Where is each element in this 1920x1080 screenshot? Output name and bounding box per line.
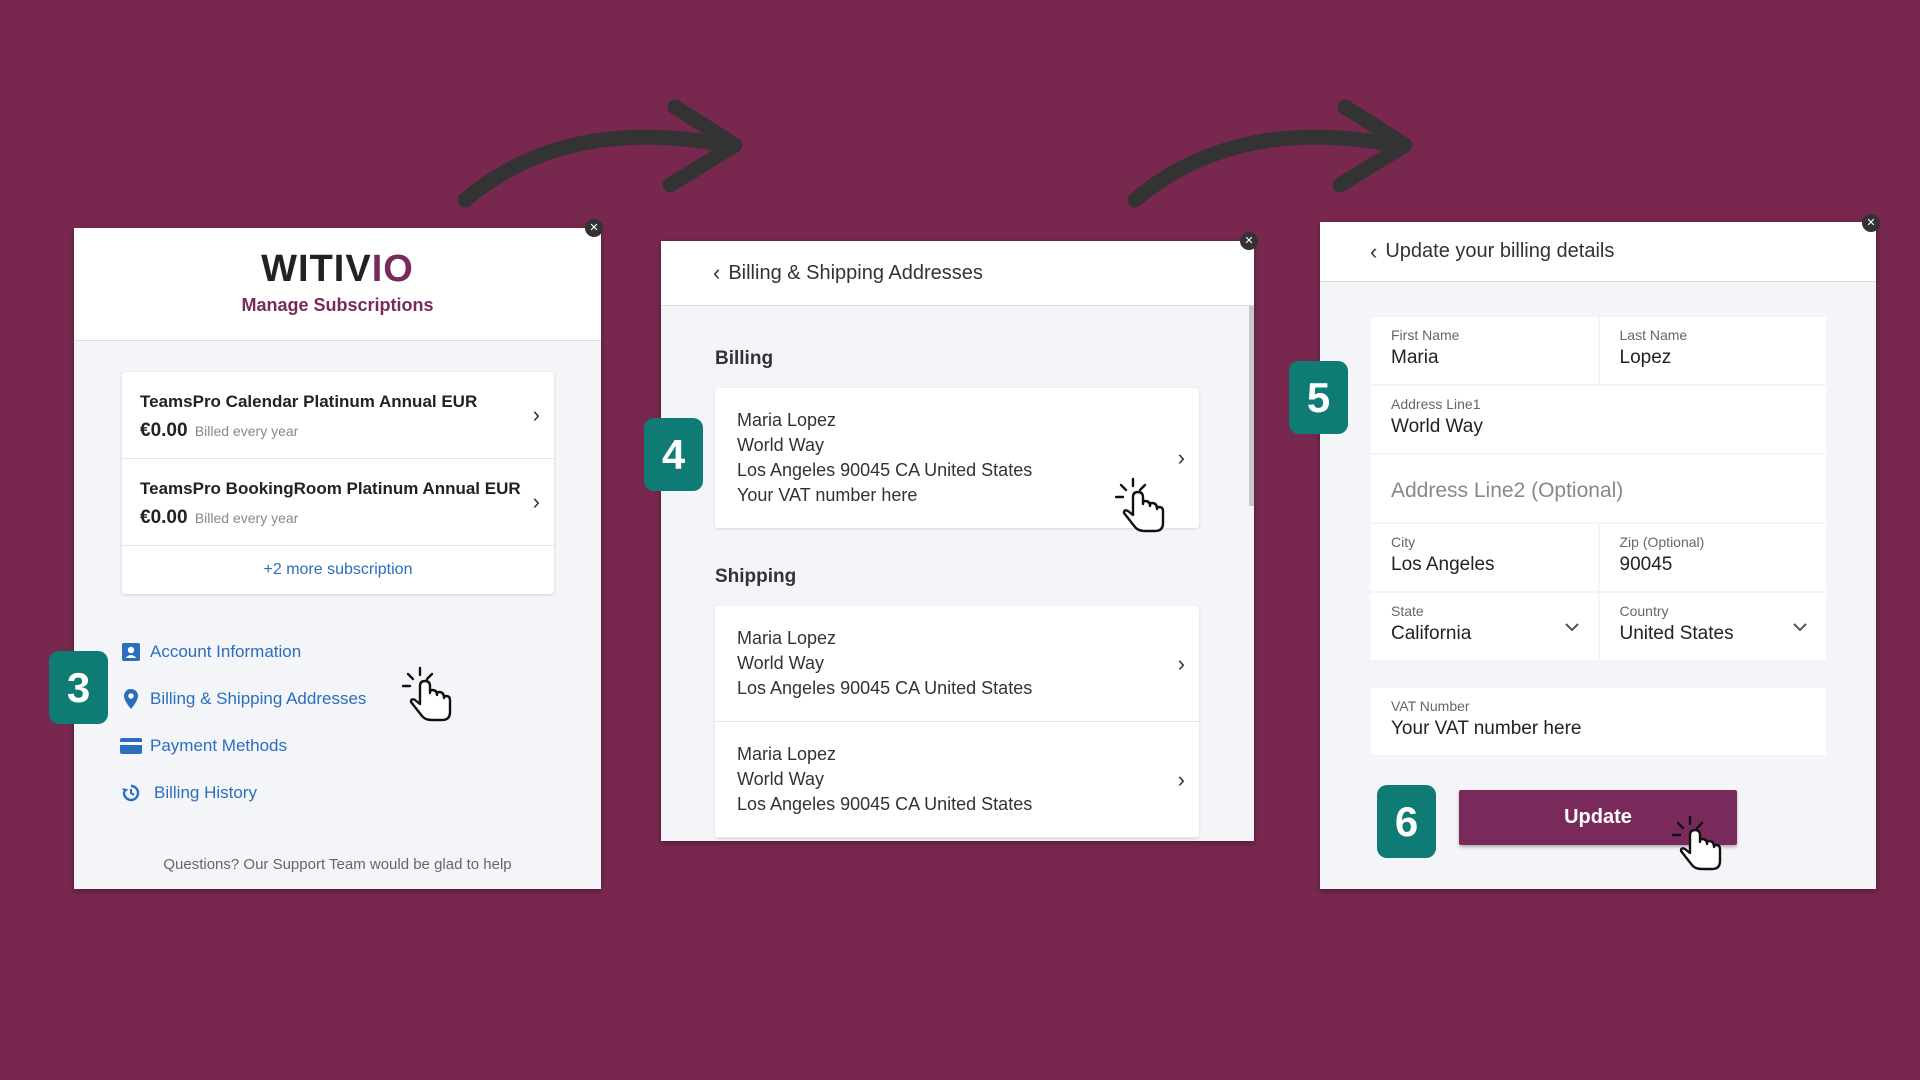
click-hand-icon — [1114, 477, 1165, 533]
location-pin-icon — [120, 688, 142, 710]
click-hand-icon — [401, 666, 452, 722]
close-icon[interactable]: ✕ — [585, 219, 603, 237]
address-line2-field[interactable]: Address Line2 (Optional) — [1371, 455, 1826, 522]
menu-item-billing-shipping[interactable]: Billing & Shipping Addresses — [120, 675, 366, 722]
chevron-right-icon: › — [1177, 650, 1185, 676]
subscriptions-card: TeamsPro Calendar Platinum Annual EUR €0… — [122, 372, 554, 594]
subscription-item[interactable]: TeamsPro BookingRoom Platinum Annual EUR… — [122, 459, 554, 546]
scrollbar[interactable] — [1249, 306, 1254, 506]
subscription-name: TeamsPro BookingRoom Platinum Annual EUR — [140, 479, 521, 498]
vat-number-field[interactable]: VAT Number Your VAT number here — [1371, 688, 1826, 755]
subscription-price: €0.00 Billed every year — [140, 507, 299, 528]
click-hand-icon — [1671, 815, 1722, 871]
country-select[interactable]: Country United States — [1599, 593, 1826, 660]
panel-header: ‹ Billing & Shipping Addresses — [661, 241, 1254, 306]
step-badge-4: 4 — [644, 418, 703, 491]
more-subscriptions-link[interactable]: +2 more subscription — [122, 546, 554, 594]
chevron-right-icon: › — [1177, 445, 1185, 470]
curved-arrow-2 — [1127, 99, 1413, 208]
address-line1-field[interactable]: Address Line1 World Way — [1371, 386, 1826, 453]
panel-header: ‹ Update your billing details — [1320, 222, 1876, 282]
billing-shipping-panel: ‹ Billing & Shipping Addresses Billing M… — [661, 241, 1254, 841]
city-field[interactable]: City Los Angeles — [1371, 524, 1598, 591]
zip-field[interactable]: Zip (Optional) 90045 — [1599, 524, 1826, 591]
last-name-field[interactable]: Last Name Lopez — [1599, 317, 1826, 384]
step-badge-6: 6 — [1377, 785, 1436, 858]
shipping-addresses-card: Maria Lopez World Way Los Angeles 90045 … — [715, 606, 1199, 838]
step-badge-3: 3 — [49, 651, 108, 724]
manage-subscriptions-panel: WITIVIO Manage Subscriptions TeamsPro Ca… — [74, 228, 601, 889]
page-title: Billing & Shipping Addresses — [728, 261, 983, 284]
history-icon — [120, 782, 142, 804]
close-icon[interactable]: ✕ — [1240, 232, 1258, 250]
account-menu: Account Information Billing & Shipping A… — [120, 628, 366, 816]
menu-item-payment-methods[interactable]: Payment Methods — [120, 722, 366, 769]
subscription-item[interactable]: TeamsPro Calendar Platinum Annual EUR €0… — [122, 372, 554, 459]
state-select[interactable]: State California — [1371, 593, 1598, 660]
step-badge-5: 5 — [1289, 361, 1348, 434]
shipping-address-item[interactable]: Maria Lopez World Way Los Angeles 90045 … — [715, 606, 1199, 722]
back-chevron-icon[interactable]: ‹ — [1370, 239, 1377, 265]
page-title: Update your billing details — [1385, 240, 1615, 262]
chevron-down-icon — [1564, 622, 1579, 631]
shipping-address-item[interactable]: Maria Lopez World Way Los Angeles 90045 … — [715, 722, 1199, 838]
credit-card-icon — [120, 735, 142, 757]
chevron-right-icon: › — [532, 402, 540, 427]
menu-item-account-information[interactable]: Account Information — [120, 628, 366, 675]
account-icon — [120, 641, 142, 663]
billing-section-label: Billing — [715, 348, 774, 369]
chevron-right-icon: › — [1177, 766, 1185, 792]
menu-item-billing-history[interactable]: Billing History — [120, 769, 366, 816]
subscription-price: €0.00 Billed every year — [140, 420, 299, 441]
first-name-field[interactable]: First Name Maria — [1371, 317, 1598, 384]
chevron-down-icon — [1793, 622, 1807, 631]
shipping-section-label: Shipping — [715, 566, 797, 587]
panel-header: WITIVIO Manage Subscriptions — [74, 228, 601, 341]
support-text: Questions? Our Support Team would be gla… — [163, 856, 512, 873]
curved-arrow-1 — [457, 99, 743, 208]
chevron-right-icon: › — [532, 489, 540, 514]
witivio-logo: WITIVIO — [261, 248, 414, 290]
billing-form: First Name Maria Last Name Lopez Address… — [1371, 317, 1826, 757]
back-chevron-icon[interactable]: ‹ — [713, 260, 720, 286]
subscription-name: TeamsPro Calendar Platinum Annual EUR — [140, 392, 478, 411]
close-icon[interactable]: ✕ — [1862, 214, 1880, 232]
page-title: Manage Subscriptions — [241, 295, 434, 315]
